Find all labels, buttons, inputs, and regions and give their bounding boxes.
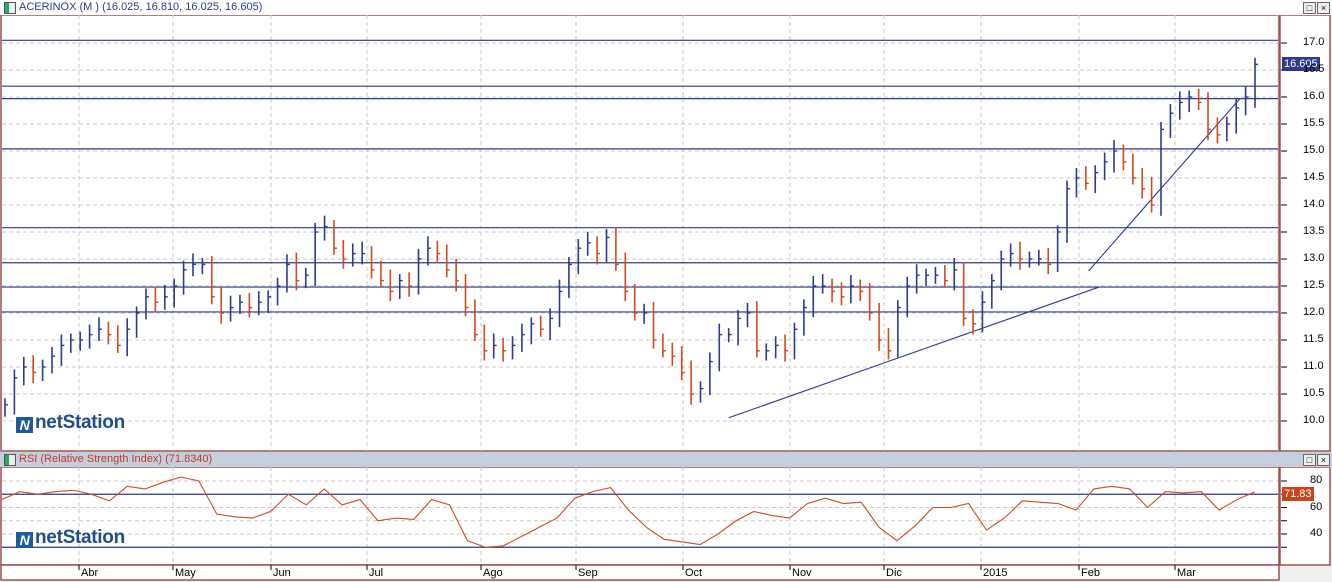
rsi-plot-area (0, 467, 1280, 566)
rsi-close-button[interactable]: × (1317, 454, 1330, 466)
rsi-maximize-button[interactable]: □ (1303, 454, 1316, 466)
netstation-logo-rsi: NnetStation (16, 527, 125, 549)
month-label: Mar (1177, 567, 1196, 579)
price-axis-label: 12.0 (1303, 306, 1325, 318)
month-label: May (175, 567, 196, 579)
month-label: Sep (578, 567, 598, 579)
month-label: Jul (369, 567, 384, 579)
price-axis-label: 14.0 (1303, 198, 1325, 210)
price-axis-label: 11.0 (1303, 360, 1324, 372)
month-label: Oct (685, 567, 703, 579)
price-chart (0, 15, 1331, 452)
price-axis-label: 15.0 (1303, 144, 1325, 156)
chart-window-icon (4, 454, 16, 466)
rsi-axis-label: 40 (1310, 527, 1323, 539)
price-axis-label: 16.5 (1303, 63, 1325, 75)
price-axis-label: 10.0 (1303, 414, 1325, 426)
rsi-panel-title: RSI (Relative Strength Index) (71.8340) (19, 453, 213, 465)
rsi-value-tag: 71.83 (1282, 487, 1314, 501)
netstation-logo: NnetStation (16, 412, 125, 434)
price-axis-label: 17.0 (1303, 36, 1325, 48)
price-axis-label: 12.5 (1303, 279, 1325, 291)
month-label: 2015 (983, 567, 1008, 579)
rsi-panel-titlebar: RSI (Relative Strength Index) (71.8340) … (0, 452, 1332, 467)
month-label: Dic (886, 567, 902, 579)
maximize-button[interactable]: □ (1303, 2, 1316, 14)
price-axis-label: 15.5 (1303, 117, 1325, 129)
chart-window-icon (4, 2, 16, 14)
price-axis-label: 13.0 (1303, 252, 1325, 264)
month-label: Feb (1081, 567, 1100, 579)
price-axis-label: 10.5 (1303, 387, 1325, 399)
rsi-chart (0, 467, 1331, 581)
rsi-axis-label: 60 (1310, 500, 1323, 513)
main-panel-title: ACERINOX (M ) (16.025, 16.810, 16.025, 1… (19, 1, 263, 13)
month-label: Jun (273, 567, 291, 579)
price-axis-label: 14.5 (1303, 171, 1325, 183)
close-button[interactable]: × (1317, 2, 1330, 14)
price-axis-label: 16.0 (1303, 90, 1325, 102)
main-panel-titlebar: ACERINOX (M ) (16.025, 16.810, 16.025, 1… (0, 0, 1332, 15)
netstation-logo-icon: N (16, 532, 33, 548)
month-label: Ago (483, 567, 503, 579)
rsi-axis (1279, 467, 1331, 566)
rsi-axis-label: 80 (1310, 474, 1323, 486)
month-label: Abr (81, 567, 99, 579)
month-label: Nov (792, 567, 812, 579)
price-axis-label: 13.5 (1303, 225, 1325, 237)
plot-area (0, 15, 1280, 452)
price-axis-label: 11.5 (1303, 333, 1324, 345)
netstation-logo-icon: N (16, 417, 33, 433)
